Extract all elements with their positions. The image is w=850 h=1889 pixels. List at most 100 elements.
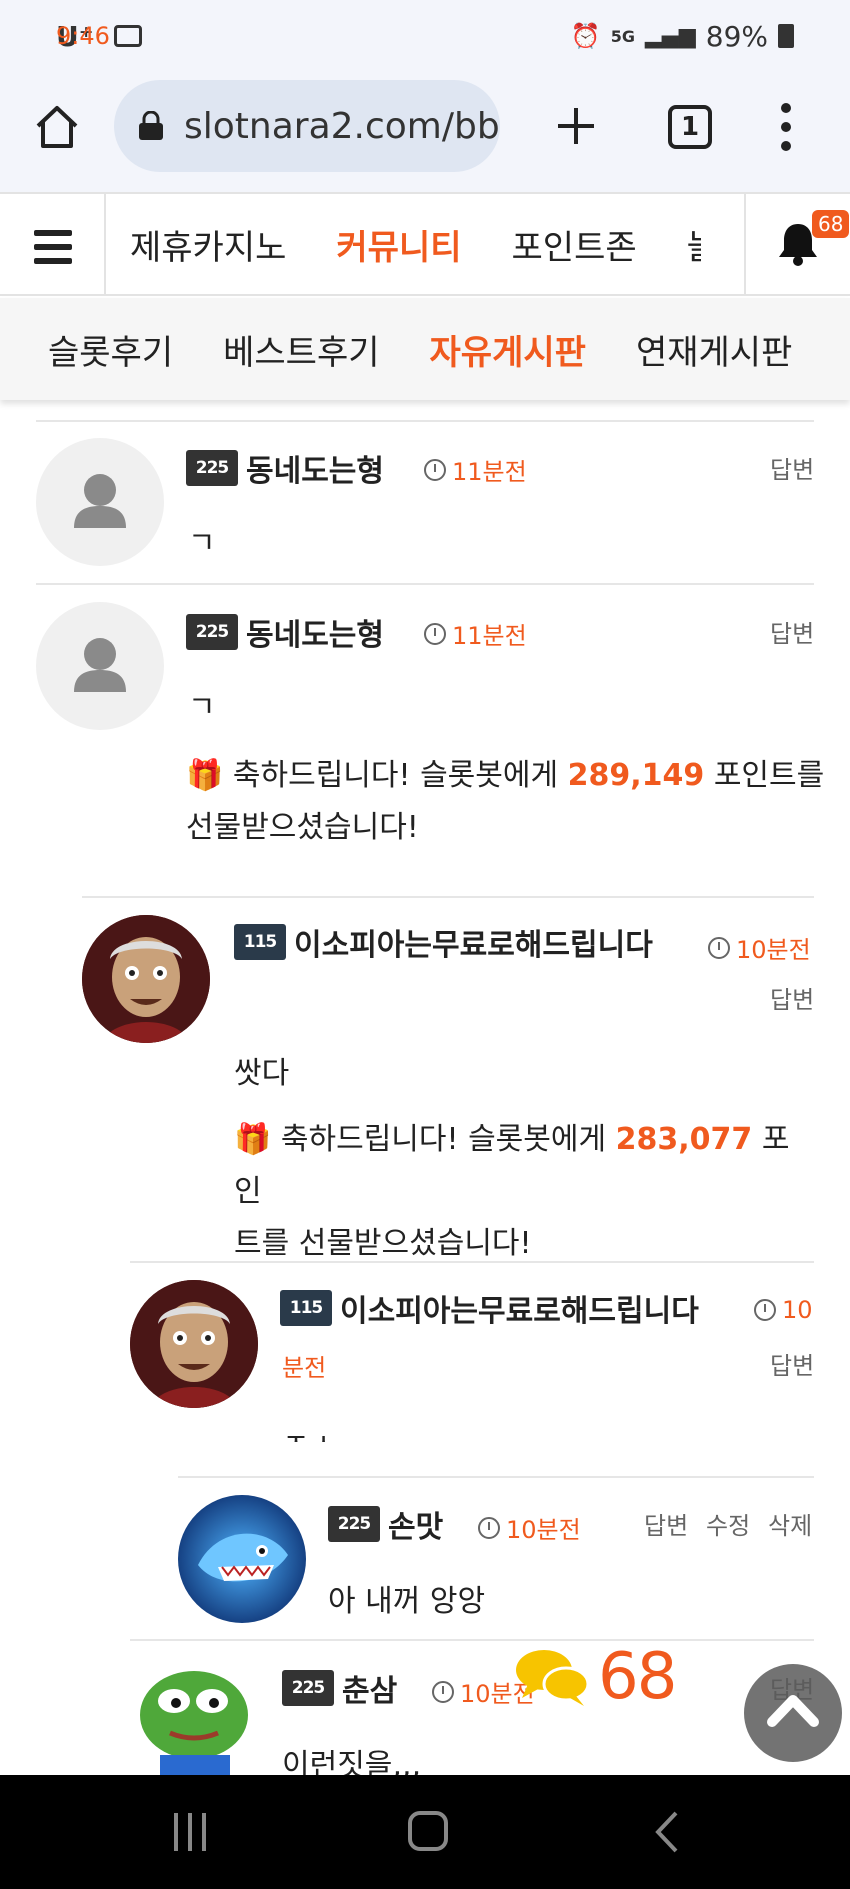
comment-count-value: 68 [598,1640,677,1714]
gift-points: 283,077 [615,1122,753,1157]
notification-button[interactable]: 68 [744,194,850,294]
username[interactable]: 이소피아는무료로해드립니다 [294,920,653,964]
username[interactable]: 춘삼 [342,1666,397,1710]
url-text: slotnara2.com/bb [184,105,500,147]
level-badge: 115 [280,1290,332,1326]
status-bar: U⁺ 9:46 ⏰ 5G ▂▄▆ 89% [0,0,850,72]
clock-icon [424,622,446,645]
comment-body: ㄱ [188,690,216,725]
comment-time: 11분전 [424,616,527,651]
reply-button[interactable]: 답변 [770,614,814,649]
clock-icon [708,936,730,959]
clock-icon [754,1299,776,1321]
reply-button[interactable]: 답변 [770,450,814,485]
comment-time: 10 [754,1296,813,1324]
level-badge: 225 [186,450,238,486]
screen-record-icon [113,25,142,47]
chat-bubbles-icon [516,1650,590,1706]
divider [130,1639,814,1641]
more-menu-icon[interactable] [776,102,796,152]
gift-icon: 🎁 [186,758,224,793]
floating-comment-count[interactable]: 68 [514,1640,677,1714]
system-nav-bar [0,1775,850,1889]
chevron-up-icon [767,1695,819,1727]
home-icon[interactable] [32,102,82,152]
reply-button[interactable]: 답변 [644,1506,688,1541]
comment-time: 10분전 [478,1510,581,1545]
back-icon[interactable] [652,1809,682,1855]
comment-body: ㄱ [188,526,216,561]
comment-time-wrap: 분전 [282,1354,327,1382]
username[interactable]: 이소피아는무료로해드립니다 [340,1286,699,1330]
battery-percent: 89% [705,19,768,53]
hamburger-menu-icon[interactable] [0,194,106,294]
gift-notice: 🎁 축하드립니다! 슬롯봇에게 289,149 포인트를 선물받으셨습니다! [186,758,825,845]
url-bar[interactable]: slotnara2.com/bb [114,80,500,172]
comment-body: 쌋다 [234,1056,290,1091]
clock-icon [478,1516,500,1539]
divider [178,1476,814,1478]
reply-button[interactable]: 답변 [770,980,814,1015]
scroll-to-top-button[interactable] [744,1664,842,1762]
avatar [130,1280,258,1408]
avatar [178,1495,306,1623]
tab-switcher-button[interactable]: 1 [668,105,712,149]
tab-serial-board[interactable]: 연재게시판 [636,325,792,374]
avatar [36,602,164,730]
divider [130,1261,814,1263]
level-badge: 225 [282,1670,334,1706]
gift-icon: 🎁 [234,1122,272,1157]
sub-nav: 슬롯후기 베스트후기 자유게시판 연재게시판 [0,298,850,400]
delete-button[interactable]: 삭제 [768,1506,812,1541]
avatar [36,438,164,566]
battery-icon [778,24,794,48]
avatar-image [178,1495,306,1623]
site-nav: 제휴카지노 커뮤니티 포인트존 늘 68 [0,192,850,296]
comment-time: 11분전 [424,452,527,487]
signal-icon: ▂▄▆ [645,23,696,49]
lock-icon [139,111,163,140]
tab-slot-reviews[interactable]: 슬롯후기 [48,325,173,374]
nav-item-partner-casino[interactable]: 제휴카지노 [130,220,286,269]
recent-apps-icon[interactable] [170,1811,210,1853]
edit-button[interactable]: 수정 [706,1506,750,1541]
username[interactable]: 손맛 [388,1502,443,1546]
comment-time: 10분전 [708,930,811,965]
avatar-image [82,915,210,1043]
avatar-image [130,1280,258,1408]
new-tab-icon[interactable] [552,102,600,150]
clock-icon [432,1680,454,1703]
level-badge: 115 [234,924,286,960]
alarm-icon: ⏰ [570,22,601,50]
nav-item-overflow[interactable]: 늘 [687,220,701,269]
main-nav-items: 제휴카지노 커뮤니티 포인트존 늘 [130,194,720,294]
system-home-icon[interactable] [406,1809,450,1853]
gift-notice: 🎁 축하드립니다! 슬롯봇에게 283,077 포인 트를 선물받으셨습니다! [234,1122,790,1261]
tab-best-reviews[interactable]: 베스트후기 [223,325,379,374]
user-placeholder-icon [74,474,126,528]
comment-body: 아 내꺼 앙앙 [328,1584,486,1619]
level-badge: 225 [186,614,238,650]
tab-free-board[interactable]: 자유게시판 [430,325,586,374]
5g-icon: 5G [610,26,635,46]
username[interactable]: 동네도는형 [246,610,384,654]
nav-item-point-zone[interactable]: 포인트존 [512,220,637,269]
gift-points: 289,149 [567,758,705,793]
avatar [82,915,210,1043]
comment-body-clip: ㅈㅅ [282,1420,582,1442]
avatar [130,1655,258,1775]
clock-time: 9:46 [56,22,110,50]
level-badge: 225 [328,1506,380,1542]
username[interactable]: 동네도는형 [246,446,384,490]
notification-badge: 68 [812,210,850,238]
browser-toolbar: slotnara2.com/bb 1 [0,72,850,192]
reply-button[interactable]: 답변 [770,1346,814,1381]
comment-body: ㅈㅅ [282,1420,337,1442]
clock-icon [424,458,446,481]
nav-item-community[interactable]: 커뮤니티 [336,220,461,269]
divider [82,896,814,898]
user-placeholder-icon [74,638,126,692]
pepe-avatar-image [140,1671,248,1775]
divider [36,583,814,585]
divider [36,420,814,422]
